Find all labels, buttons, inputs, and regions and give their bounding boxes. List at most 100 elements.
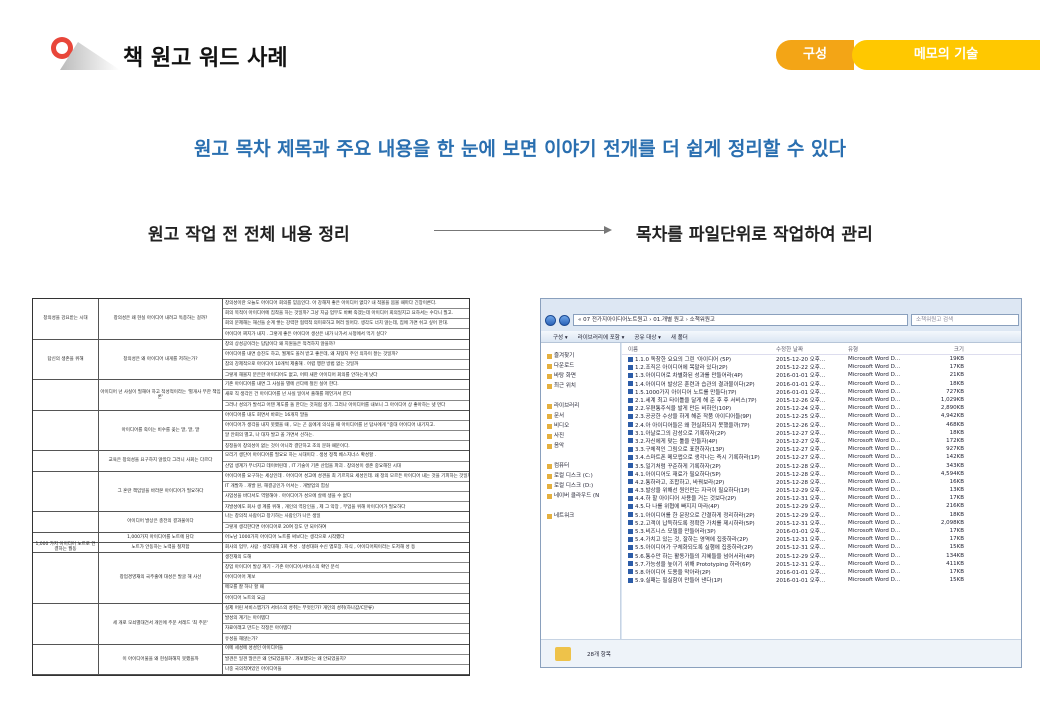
file-row[interactable]: 1.5.1000가지 아이디어 노트를 만들다(7P) 2016-01-01 오후… — [622, 388, 1021, 396]
nav-item[interactable]: 로컬 디스크 (D:) — [541, 481, 620, 491]
file-row[interactable]: 2.2.우편통주식을 발게 만든 비하인(10P) 2015-12-24 오후..… — [622, 404, 1021, 412]
file-row[interactable]: 3.1.아날로그의 감성으로 기록하자(2P) 2015-12-27 오후... M… — [622, 429, 1021, 437]
file-date: 2015-12-25 오후... — [776, 414, 826, 421]
file-size: 411KB — [946, 560, 964, 567]
file-row[interactable]: 2.4.아 아이디어들은 왜 현실화되지 못했을까(7P) 2015-12-26 … — [622, 421, 1021, 429]
word-doc-icon — [628, 463, 633, 469]
file-row[interactable]: 3.2.자신에게 맞는 툴을 만들자(4P) 2015-12-27 오후... Mi… — [622, 437, 1021, 445]
file-row[interactable]: 5.4.가치고 있는 것, 잘하는 영역에 집중하라(2P) 2015-12-31… — [622, 535, 1021, 543]
file-name-text: 2.1.세계 최고 타이틀을 달게 해 준 후 후 서비스(7P) — [635, 398, 757, 405]
section-chapter-title: 아이디어를 죽이는 비수를 꽂는 말, 말, 말 — [99, 410, 223, 451]
nav-item[interactable]: 네트워크 — [541, 511, 620, 521]
section-part-title — [33, 532, 99, 542]
file-row[interactable]: 5.7.가능성을 높이기 위해 Prototyping 하라(6P) 2015-1… — [622, 560, 1021, 568]
file-row[interactable]: 4.3.발상을 위해선 원인만는 자극이 필요하다(1P) 2015-12-29 … — [622, 486, 1021, 494]
forward-button[interactable] — [559, 314, 570, 326]
file-size: 134KB — [946, 552, 964, 559]
file-row[interactable]: 4.5.다 나를 위협에 빠지지 마라(4P) 2015-12-29 오후... M… — [622, 502, 1021, 510]
folder-icon — [547, 363, 552, 369]
file-name-text: 2.4.아 아이디어들은 왜 현실화되지 못했을까(7P) — [635, 422, 750, 429]
nav-item[interactable]: 로컬 디스크 (C:) — [541, 471, 620, 481]
file-name-text: 4.2.통하라고, 조합하고, 바꿔보라(2P) — [635, 479, 725, 486]
column-name[interactable]: 이름 — [622, 345, 772, 353]
file-row[interactable]: 1.2.조직은 아이디어에 목말라 있다(2P) 2015-12-22 오후...… — [622, 363, 1021, 371]
file-row[interactable]: 3.4.스마트폰 메모앱으로 생각나는 즉시 기록하라(1P) 2015-12-2… — [622, 453, 1021, 461]
nav-item[interactable]: 음악 — [541, 441, 620, 451]
file-row[interactable]: 3.3.구체적인 그림으로 표현하자(13P) 2015-12-27 오후... M… — [622, 445, 1021, 453]
section-note-line: 알 안회의 별고, 나 대자 발고 꼴 가면서 선하는. — [223, 431, 469, 442]
file-name-text: 1.2.조직은 아이디어에 목말라 있다(2P) — [635, 365, 728, 372]
file-name: 5.1.아이디어를 한 문장으로 간결하게 정리하라(2P) — [622, 511, 772, 519]
file-size: 17KB — [949, 528, 964, 535]
address-bar[interactable]: « 07 전가지아이디어노트원고 › 01.개별 원고 › 소책워원고 — [573, 314, 908, 326]
column-date[interactable]: 수정한 날짜 — [772, 345, 848, 353]
nav-item[interactable]: 최근 위치 — [541, 381, 620, 391]
file-row[interactable]: 5.6.통수만 하는 활동가들의 지혜들을 넘어서라(4P) 2015-12-29… — [622, 552, 1021, 560]
file-row[interactable]: 5.9.실패는 필실함이 만들어 낸다(1P) 2016-01-01 오후... M… — [622, 576, 1021, 584]
file-row[interactable]: 3.5.일기처럼 꾸준하게 기록하자(2P) 2015-12-28 오후... Mi… — [622, 461, 1021, 470]
nav-item[interactable]: 네이버 클라우드 (N — [541, 491, 620, 501]
file-row[interactable]: 5.1.아이디어를 한 문장으로 간결하게 정리하라(2P) 2015-12-29… — [622, 511, 1021, 519]
file-name-text: 4.5.다 나를 위협에 빠지지 마라(4P) — [635, 504, 720, 511]
file-row[interactable]: 1.3.아이디어로 차별화된 성과를 만들어라(4P) 2016-01-01 오후… — [622, 371, 1021, 379]
file-row[interactable]: 4.4.하 할 아이디어 사용을 거는 것보다(2P) 2015-12-31 오후… — [622, 494, 1021, 502]
back-button[interactable] — [545, 314, 556, 326]
word-doc-icon — [628, 553, 633, 559]
nav-item[interactable]: 바탕 화면 — [541, 371, 620, 381]
column-type[interactable]: 유형 — [848, 345, 912, 353]
file-row[interactable]: 2.1.세계 최고 타이틀을 달게 해 준 후 후 서비스(7P) 2015-12… — [622, 396, 1021, 404]
file-name: 2.2.우편통주식을 발게 만든 비하인(10P) — [622, 404, 772, 412]
file-row[interactable]: 4.2.통하라고, 조합하고, 바꿔보라(2P) 2015-12-28 오후...… — [622, 478, 1021, 486]
file-name: 3.4.스마트폰 메모앱으로 생각나는 즉시 기록하라(1P) — [622, 453, 772, 461]
section-chapter-title: 1,000가지 아이디어를 노트에 담다 — [99, 532, 223, 542]
file-type: Microsoft Word D... — [848, 560, 901, 567]
file-name-text: 1.4.아이디어 발상은 훈련과 습관의 결과물이다(2P) — [635, 381, 755, 388]
file-type: Microsoft Word D... — [848, 388, 901, 395]
word-doc-icon — [628, 356, 633, 362]
left-label: 원고 작업 전 전체 내용 정리 — [148, 225, 350, 245]
outline-section: 그 혼란 책임일을 바라본 아이디어가 필요하다 아이디어를 요구하는 세상인데 … — [33, 471, 469, 513]
search-input[interactable]: 소책워원고 검색 — [911, 314, 1019, 326]
status-bar: 28개 항목 — [541, 639, 1021, 667]
file-type: Microsoft Word D... — [848, 544, 901, 551]
tab-structure[interactable]: 구성 — [776, 40, 854, 70]
nav-item[interactable]: 비디오 — [541, 421, 620, 431]
item-count: 28개 항목 — [587, 651, 611, 658]
file-row[interactable]: 4.1.아이디어도 재료가 필요하다(5P) 2015-12-28 오후... Mi… — [622, 470, 1021, 478]
nav-item[interactable]: 다운로드 — [541, 361, 620, 371]
file-type: Microsoft Word D... — [848, 568, 901, 575]
toolbar-button[interactable]: 공유 대상 ▾ — [634, 333, 661, 341]
file-name-text: 1.1.0 독창한 요요의 그린 '아이디어 (5P) — [635, 357, 732, 364]
word-doc-icon — [628, 413, 633, 419]
file-row[interactable]: 1.1.0 독창한 요요의 그린 '아이디어 (5P) 2015-12-20 오후… — [622, 355, 1021, 363]
column-header-row: 이름 수정한 날짜 유형 크기 — [622, 343, 1021, 355]
toolbar-button[interactable]: 구성 ▾ — [553, 333, 568, 341]
section-note-line: 발성의 계기는 아이템다 — [223, 614, 469, 625]
file-row[interactable]: 5.2.고객이 납득하도록 정확한 가치를 제시하라(5P) 2015-12-31… — [622, 519, 1021, 527]
section-part-title — [33, 410, 99, 451]
file-size: 343KB — [946, 462, 964, 469]
nav-item[interactable]: 컴퓨터 — [541, 461, 620, 471]
nav-item[interactable]: 즐겨찾기 — [541, 351, 620, 361]
file-row[interactable]: 5.8.아이디어 도용을 막아라(2P) 2016-01-01 오후... Micr… — [622, 568, 1021, 576]
file-size: 18KB — [949, 380, 964, 387]
tab-memo-skills[interactable]: 메모의 기술 — [852, 40, 1040, 70]
word-doc-icon — [628, 381, 633, 387]
file-date: 2015-12-28 오후... — [776, 463, 826, 470]
toolbar-button[interactable]: 라이브러리에 포함 ▾ — [578, 333, 625, 341]
file-row[interactable]: 5.3.비즈니스 모델을 만들어라(3P) 2016-01-01 오후... Mic… — [622, 527, 1021, 535]
file-row[interactable]: 1.4.아이디어 발상은 훈련과 습관의 결과물이다(2P) 2016-01-01… — [622, 380, 1021, 388]
file-row[interactable]: 2.3.공공한 수상을 하게 해준 작품 아이디어들(9P) 2015-12-25… — [622, 412, 1021, 420]
file-type: Microsoft Word D... — [848, 364, 901, 371]
section-chapter-title: 세 개로 모쇠별대건서 개인에 주문 서레드 '최 주문' — [99, 603, 223, 644]
file-date: 2015-12-29 오후... — [776, 553, 826, 560]
outline-section: 창의성을 강요받는 시대 창의성은 왜 현실 아이디어 내려고 독종하는 걸까? 창… — [33, 299, 469, 340]
column-size[interactable]: 크기 — [912, 345, 972, 353]
nav-item[interactable]: 라이브러리 — [541, 401, 620, 411]
file-size: 1,029KB — [940, 397, 964, 404]
file-row[interactable]: 5.5.아이디어가 구체화되도록 실행에 집중하라(2P) 2015-12-31 … — [622, 543, 1021, 551]
nav-item[interactable]: 사진 — [541, 431, 620, 441]
nav-item[interactable]: 문서 — [541, 411, 620, 421]
file-type: Microsoft Word D... — [848, 503, 901, 510]
toolbar-button[interactable]: 새 폴더 — [671, 333, 688, 341]
